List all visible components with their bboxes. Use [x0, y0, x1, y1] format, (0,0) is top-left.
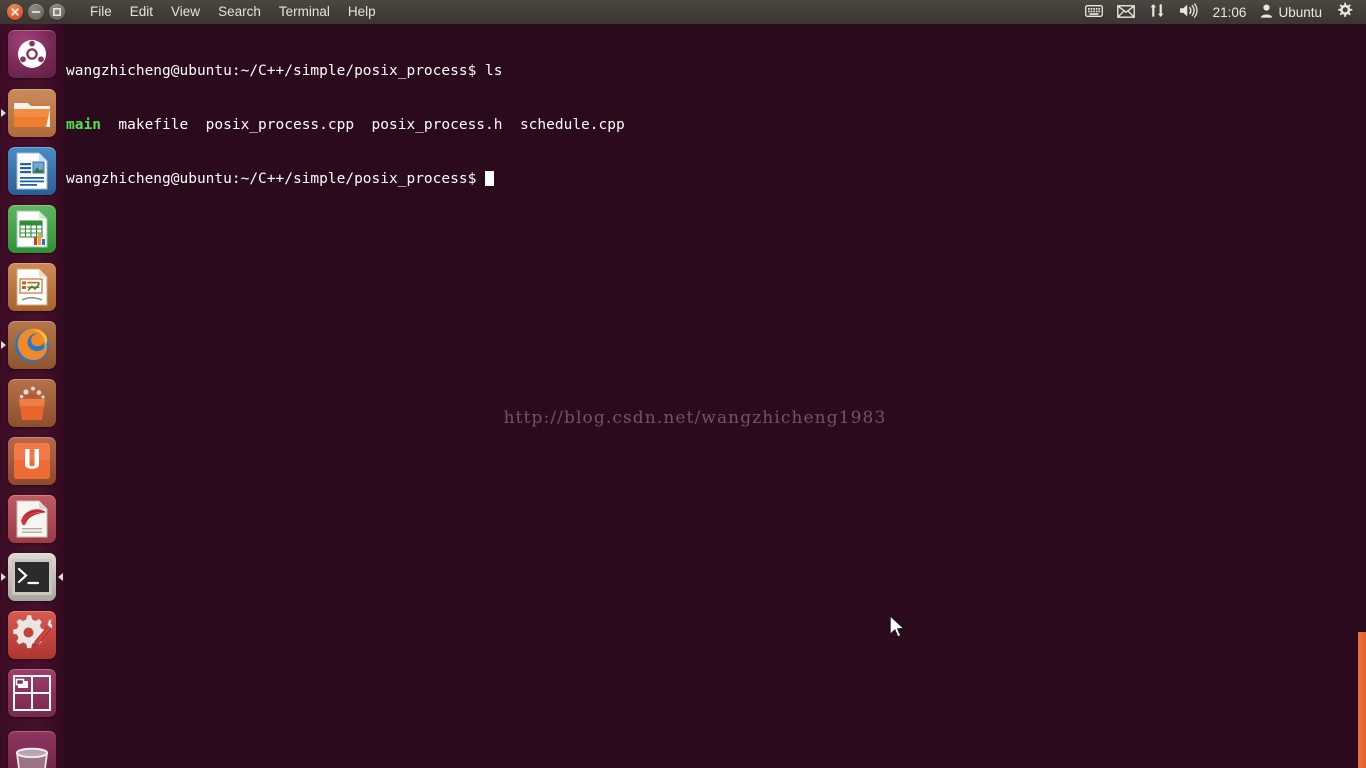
software-center-icon	[8, 379, 56, 427]
terminal-cursor	[485, 171, 495, 186]
launcher-pip-icon	[1, 341, 6, 349]
launcher-item-workspace-switcher[interactable]	[0, 664, 64, 722]
calc-icon	[8, 205, 56, 253]
menu-view[interactable]: View	[162, 0, 209, 24]
network-icon	[1149, 3, 1165, 22]
user-icon	[1260, 3, 1273, 22]
network-indicator[interactable]	[1142, 0, 1172, 24]
launcher-item-system-settings[interactable]	[0, 606, 64, 664]
launcher-item-dash-home[interactable]	[0, 24, 64, 84]
window-controls	[0, 4, 65, 20]
minimize-button[interactable]	[28, 4, 44, 20]
launcher-active-pip-icon	[58, 573, 63, 581]
user-label: Ubuntu	[1278, 4, 1322, 20]
terminal-output: wangzhicheng@ubuntu:~/C++/simple/posix_p…	[66, 26, 625, 224]
launcher-item-libreoffice-calc[interactable]	[0, 200, 64, 258]
terminal-scrollbar-track[interactable]	[1358, 24, 1366, 768]
mail-indicator[interactable]	[1110, 0, 1142, 24]
document-viewer-icon	[8, 495, 56, 543]
terminal-window[interactable]: wangzhicheng@ubuntu:~/C++/simple/posix_p…	[64, 24, 1366, 768]
terminal-icon	[8, 553, 56, 601]
maximize-button[interactable]	[49, 4, 65, 20]
watermark-url: http://blog.csdn.net/wangzhicheng1983	[503, 408, 887, 428]
launcher-item-libreoffice-impress[interactable]	[0, 258, 64, 316]
system-tray: 21:06 Ubuntu	[1078, 0, 1366, 24]
menu-file[interactable]: File	[81, 0, 121, 24]
terminal-line-prompt: wangzhicheng@ubuntu:~/C++/simple/posix_p…	[66, 170, 625, 188]
clock-label: 21:06	[1212, 4, 1247, 20]
ubuntu-one-icon	[8, 437, 56, 485]
terminal-line-output: main makefile posix_process.cpp posix_pr…	[66, 116, 625, 134]
launcher-item-terminal[interactable]	[0, 548, 64, 606]
launcher-item-software-center[interactable]	[0, 374, 64, 432]
launcher-item-libreoffice-writer[interactable]	[0, 142, 64, 200]
launcher-item-firefox[interactable]	[0, 316, 64, 374]
gear-icon	[1336, 2, 1353, 23]
terminal-output-executable: main	[66, 117, 101, 133]
unity-launcher	[0, 24, 64, 768]
launcher-item-trash[interactable]	[0, 726, 64, 768]
menu-edit[interactable]: Edit	[121, 0, 162, 24]
terminal-output-files: makefile posix_process.cpp posix_process…	[100, 117, 625, 133]
terminal-prompt-1: wangzhicheng@ubuntu:~/C++/simple/posix_p…	[66, 63, 477, 79]
impress-icon	[8, 263, 56, 311]
menu-search[interactable]: Search	[209, 0, 270, 24]
keyboard-indicator[interactable]	[1078, 0, 1110, 24]
session-menu[interactable]	[1329, 0, 1360, 24]
firefox-icon	[8, 321, 56, 369]
top-panel: File Edit View Search Terminal Help 21:0…	[0, 0, 1366, 24]
ubuntu-logo-icon	[8, 30, 56, 78]
system-settings-icon	[8, 611, 56, 659]
terminal-command-ls: ls	[476, 63, 503, 79]
volume-icon	[1179, 2, 1199, 22]
session-user-indicator[interactable]: Ubuntu	[1253, 0, 1329, 24]
workspace-switcher-icon	[8, 669, 56, 717]
terminal-line-command: wangzhicheng@ubuntu:~/C++/simple/posix_p…	[66, 62, 625, 80]
launcher-item-ubuntu-one[interactable]	[0, 432, 64, 490]
close-button[interactable]	[7, 4, 23, 20]
launcher-pip-icon	[1, 109, 6, 117]
terminal-prompt-2: wangzhicheng@ubuntu:~/C++/simple/posix_p…	[66, 171, 477, 187]
menu-help[interactable]: Help	[339, 0, 385, 24]
keyboard-icon	[1084, 3, 1103, 22]
clock-indicator[interactable]: 21:06	[1206, 0, 1254, 24]
mail-icon	[1116, 3, 1135, 22]
volume-indicator[interactable]	[1172, 0, 1206, 24]
trash-icon	[8, 731, 56, 768]
launcher-item-document-viewer[interactable]	[0, 490, 64, 548]
terminal-scrollbar-thumb[interactable]	[1358, 632, 1366, 768]
menu-terminal[interactable]: Terminal	[270, 0, 339, 24]
launcher-item-files[interactable]	[0, 84, 64, 142]
menu-bar: File Edit View Search Terminal Help	[81, 0, 385, 24]
writer-icon	[8, 147, 56, 195]
launcher-pip-icon	[1, 573, 6, 581]
files-icon	[8, 89, 56, 137]
